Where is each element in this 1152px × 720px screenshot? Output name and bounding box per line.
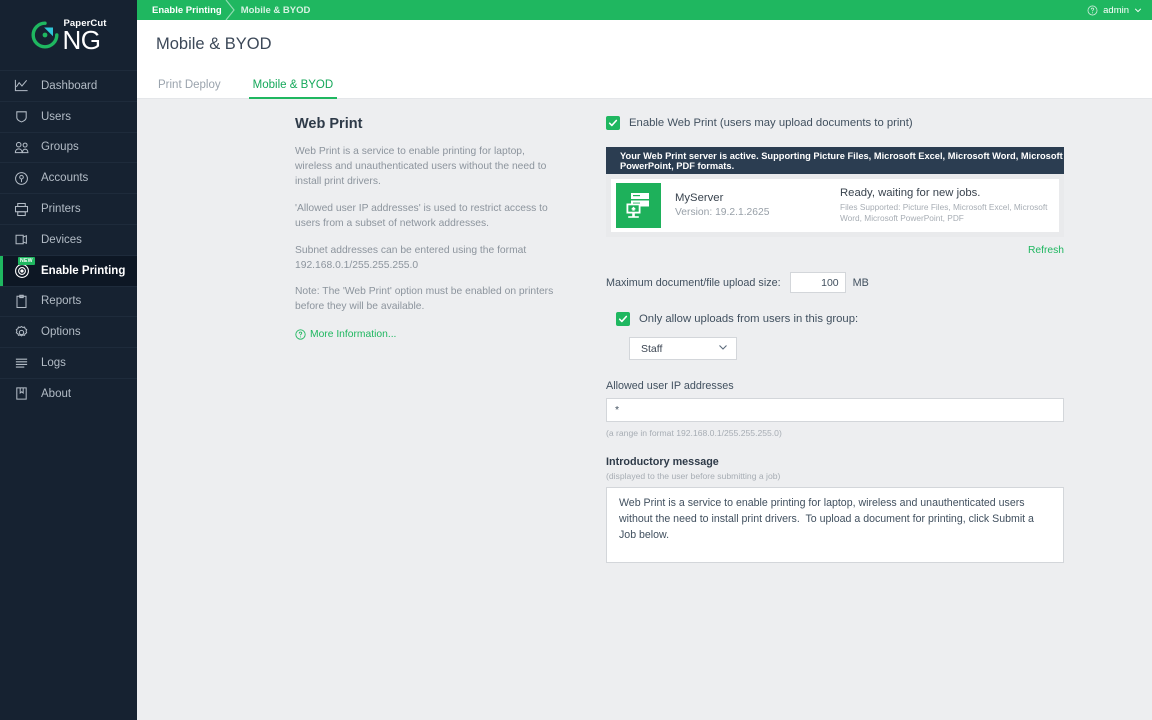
sidebar-item-logs[interactable]: Logs <box>0 347 137 378</box>
sidebar-item-label: Devices <box>41 233 82 246</box>
sidebar-item-options[interactable]: Options <box>0 316 137 347</box>
sidebar-item-label: Groups <box>41 141 79 154</box>
papercut-logo[interactable]: PaperCut NG <box>0 0 137 66</box>
chart-line-icon <box>13 77 30 94</box>
breadcrumb: Enable Printing Mobile & BYOD <box>152 0 310 20</box>
sidebar-item-reports[interactable]: Reports <box>0 285 137 317</box>
sidebar-item-label: Users <box>41 110 72 123</box>
sidebar-item-label: Options <box>41 326 81 339</box>
user-menu[interactable]: admin <box>1087 5 1142 16</box>
new-badge: NEW <box>18 257 35 266</box>
max-upload-size-label: Maximum document/file upload size: <box>606 276 781 289</box>
sidebar-item-users[interactable]: Users <box>0 100 137 132</box>
introductory-message-label: Introductory message <box>606 456 719 468</box>
max-upload-size-unit: MB <box>852 276 869 289</box>
allowed-ip-input[interactable] <box>606 398 1064 422</box>
sidebar-item-label: Enable Printing <box>41 264 126 277</box>
sidebar-nav: Dashboard Users Groups Accounts Printers… <box>0 70 137 409</box>
server-identity: MyServer Version: 19.2.1.2625 <box>675 191 840 220</box>
shield-icon <box>13 108 30 125</box>
lines-icon <box>13 355 30 372</box>
logo-ng-text: NG <box>62 25 101 56</box>
group-restriction-label: Only allow uploads from users in this gr… <box>639 313 859 325</box>
target-icon: NEW <box>13 257 35 279</box>
web-print-paragraph-2: 'Allowed user IP addresses' is used to r… <box>295 202 548 229</box>
web-print-settings-form: Enable Web Print (users may upload docum… <box>606 116 1064 568</box>
tab-mobile-byod[interactable]: Mobile & BYOD <box>248 79 337 99</box>
user-name-label: admin <box>1103 4 1129 16</box>
chevron-down-icon[interactable] <box>1134 6 1142 14</box>
group-restriction-checkbox[interactable] <box>616 312 630 326</box>
gear-icon <box>13 324 30 341</box>
max-upload-size-row: Maximum document/file upload size: MB <box>606 272 1064 293</box>
sidebar-item-label: Printers <box>41 203 81 216</box>
sidebar-item-devices[interactable]: Devices <box>0 223 137 255</box>
coin-icon <box>13 170 30 187</box>
sidebar-item-label: About <box>41 387 72 400</box>
sidebar-item-label: Dashboard <box>41 79 98 92</box>
server-card: MyServer Version: 19.2.1.2625 Ready, wai… <box>606 174 1064 237</box>
sidebar-item-dashboard[interactable]: Dashboard <box>0 70 137 101</box>
content-area: Web Print Web Print is a service to enab… <box>137 99 1152 719</box>
server-name: MyServer <box>675 191 724 204</box>
web-print-paragraph-1: Web Print is a service to enable printin… <box>295 146 547 187</box>
page-header: Mobile & BYOD <box>137 20 1152 68</box>
web-print-info-panel: Web Print Web Print is a service to enab… <box>295 116 557 340</box>
breadcrumb-item-mobile-byod[interactable]: Mobile & BYOD <box>241 5 311 16</box>
printer-icon <box>13 201 30 218</box>
enable-web-print-label: Enable Web Print (users may upload docum… <box>629 117 913 129</box>
max-upload-size-input[interactable] <box>789 272 846 293</box>
tab-print-deploy[interactable]: Print Deploy <box>156 79 223 98</box>
sidebar-item-about[interactable]: About <box>0 377 137 409</box>
introductory-message-hint: (displayed to the user before submitting… <box>606 471 781 481</box>
book-icon <box>13 385 30 402</box>
app-window: PaperCut NG Dashboard Users Groups Accou… <box>0 0 1152 720</box>
server-status-text: Ready, waiting for new jobs. <box>840 186 981 199</box>
web-print-paragraph-3: Subnet addresses can be entered using th… <box>295 244 527 271</box>
server-files-supported: Files Supported: Picture Files, Microsof… <box>840 201 1048 224</box>
help-icon[interactable] <box>1087 5 1098 16</box>
papercut-logo-mark-icon <box>30 20 60 50</box>
clipboard-icon <box>13 293 30 310</box>
main-area: Enable Printing Mobile & BYOD admin Mobi… <box>137 0 1152 720</box>
chevron-down-icon <box>718 342 728 355</box>
sidebar-item-label: Logs <box>41 357 66 370</box>
introductory-message-textarea[interactable]: Web Print is a service to enable printin… <box>606 487 1064 563</box>
group-select[interactable]: Staff <box>629 337 737 360</box>
people-icon <box>13 139 30 156</box>
breadcrumb-separator-icon <box>225 0 238 20</box>
page-title: Mobile & BYOD <box>156 34 272 53</box>
question-mark-icon <box>295 329 306 340</box>
device-icon <box>13 231 30 248</box>
refresh-link[interactable]: Refresh <box>1028 245 1064 256</box>
enable-web-print-row[interactable]: Enable Web Print (users may upload docum… <box>606 116 1064 130</box>
sidebar-item-groups[interactable]: Groups <box>0 131 137 163</box>
group-restriction-row[interactable]: Only allow uploads from users in this gr… <box>606 312 1064 326</box>
web-print-paragraph-4: Note: The 'Web Print' option must be ena… <box>295 286 554 313</box>
sidebar-item-enable-printing[interactable]: NEW Enable Printing <box>0 254 137 286</box>
sidebar-item-label: Reports <box>41 295 82 308</box>
server-status-block: Ready, waiting for new jobs. Files Suppo… <box>840 186 1059 225</box>
allowed-ip-label: Allowed user IP addresses <box>606 380 734 392</box>
server-version: Version: 19.2.1.2625 <box>675 207 770 219</box>
web-print-heading: Web Print <box>295 116 363 132</box>
sidebar-item-printers[interactable]: Printers <box>0 193 137 224</box>
enable-web-print-checkbox[interactable] <box>606 116 620 130</box>
allowed-ip-hint: (a range in format 192.168.0.1/255.255.2… <box>606 428 782 438</box>
top-bar: Enable Printing Mobile & BYOD admin <box>137 0 1152 20</box>
sidebar: PaperCut NG Dashboard Users Groups Accou… <box>0 0 137 720</box>
breadcrumb-item-enable-printing[interactable]: Enable Printing <box>152 5 222 16</box>
more-information-link[interactable]: More Information... <box>295 329 557 340</box>
sidebar-item-accounts[interactable]: Accounts <box>0 162 137 193</box>
group-select-value: Staff <box>641 342 663 355</box>
sidebar-item-label: Accounts <box>41 172 89 185</box>
server-icon <box>616 183 661 228</box>
tab-bar: Print Deploy Mobile & BYOD <box>137 68 1152 99</box>
more-information-label: More Information... <box>310 329 397 341</box>
server-status-banner: Your Web Print server is active. Support… <box>606 147 1064 174</box>
